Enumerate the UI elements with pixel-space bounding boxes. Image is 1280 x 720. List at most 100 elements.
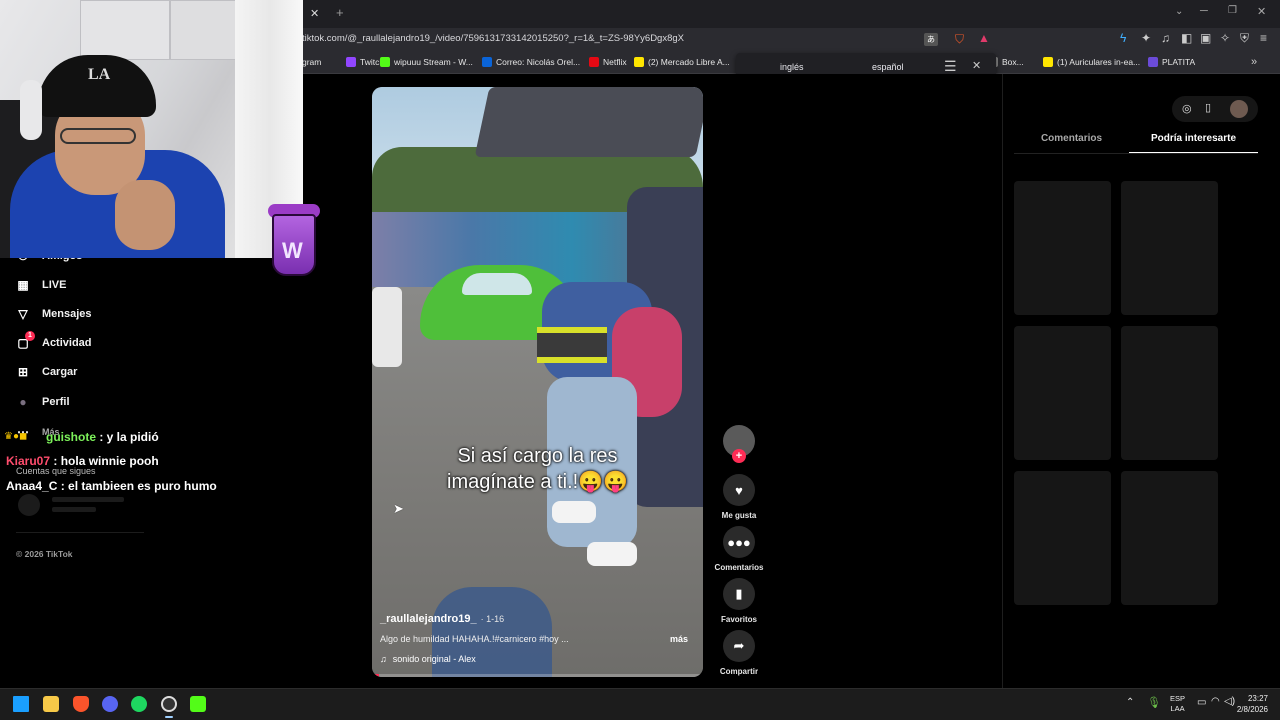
brave-browser-icon[interactable] bbox=[73, 696, 89, 712]
vpn-icon[interactable]: ⛨ bbox=[1240, 31, 1249, 46]
bookmark-item[interactable]: wipuuu Stream - W... bbox=[380, 57, 473, 67]
bookmark-favicon-icon bbox=[482, 57, 492, 67]
wallet-icon[interactable]: ▣ bbox=[1200, 31, 1211, 45]
bookmark-item[interactable]: (2) Mercado Libre A... bbox=[634, 57, 730, 67]
favorites-button[interactable]: ▮ bbox=[723, 578, 755, 610]
chat-text: : hola winnie pooh bbox=[50, 454, 159, 468]
brave-shields-icon[interactable]: ⛉ bbox=[955, 32, 964, 47]
close-tab-icon[interactable]: ✕ bbox=[310, 7, 319, 20]
safety-vest bbox=[537, 327, 607, 363]
chat-message: Kiaru07 : hola winnie pooh bbox=[6, 454, 159, 468]
minimize-icon[interactable]: ─ bbox=[1200, 5, 1208, 17]
user-avatar[interactable] bbox=[1230, 100, 1248, 118]
activity-badge: 1 bbox=[25, 331, 35, 341]
comments-button[interactable]: ●●● bbox=[723, 526, 755, 558]
extensions-puzzle-icon[interactable]: ✦ bbox=[1141, 31, 1151, 45]
tab-list-icon[interactable]: ⌄ bbox=[1175, 6, 1183, 17]
following-name-placeholder-2 bbox=[52, 507, 96, 512]
translate-page-icon[interactable]: あ bbox=[924, 33, 938, 46]
sidebar-item-label: Actividad bbox=[42, 337, 92, 349]
chat-text: : el tambieen es puro humo bbox=[57, 479, 217, 493]
translate-source-language[interactable]: inglés bbox=[780, 62, 804, 72]
chat-text: : y la pidió bbox=[96, 430, 159, 444]
menu-icon[interactable]: ≡ bbox=[1260, 31, 1267, 45]
glasses bbox=[60, 128, 136, 144]
bookmark-item[interactable]: Netflix bbox=[589, 57, 627, 67]
restore-icon[interactable]: ❐ bbox=[1228, 5, 1237, 16]
video-more-link[interactable]: más bbox=[670, 634, 692, 644]
suggested-thumb-3[interactable] bbox=[1014, 326, 1111, 460]
bookmark-item[interactable]: Twitch bbox=[346, 57, 384, 67]
bookmark-item[interactable]: Correo: Nicolás Orel... bbox=[482, 57, 580, 67]
bookmark-favicon-icon bbox=[1043, 57, 1053, 67]
windows-start-icon[interactable] bbox=[13, 696, 29, 712]
language-indicator[interactable]: ESP LAA bbox=[1170, 694, 1185, 714]
suggested-thumb-2[interactable] bbox=[1121, 181, 1218, 315]
sidebar-item-mensajes[interactable]: ▽ Mensajes bbox=[16, 304, 91, 324]
bookmark-item[interactable]: (1) Auriculares in-ea... bbox=[1043, 57, 1140, 67]
sidebar-item-actividad[interactable]: ▢ 1 Actividad bbox=[16, 331, 92, 353]
favorites-label: Favoritos bbox=[720, 615, 757, 624]
bookmark-item[interactable]: PLATITA bbox=[1148, 57, 1195, 67]
bookmark-label: Netflix bbox=[603, 57, 627, 67]
bookmark-label: (2) Mercado Libre A... bbox=[648, 57, 730, 67]
sidebar-item-live[interactable]: ▦ LIVE bbox=[16, 275, 66, 295]
sneaker-right bbox=[587, 542, 637, 566]
music-note-icon: ♫ bbox=[380, 654, 387, 664]
discord-icon[interactable] bbox=[102, 696, 118, 712]
suggested-thumb-6[interactable] bbox=[1121, 471, 1218, 605]
tray-overflow-icon[interactable]: ⌃ bbox=[1126, 697, 1134, 708]
spotify-icon[interactable] bbox=[131, 696, 147, 712]
sneaker-left bbox=[552, 501, 596, 523]
follow-plus-icon[interactable]: + bbox=[732, 449, 746, 463]
bookmark-label: Box... bbox=[1002, 57, 1024, 67]
suggested-thumb-1[interactable] bbox=[1014, 181, 1111, 315]
video-progress-bar[interactable] bbox=[372, 674, 703, 677]
device-icon[interactable]: ▯ bbox=[1205, 101, 1211, 114]
clock[interactable]: 23:27 2/8/2026 bbox=[1232, 693, 1268, 715]
bookmark-label: (1) Auriculares in-ea... bbox=[1057, 57, 1141, 67]
sidebar-toggle-icon[interactable]: ◧ bbox=[1181, 31, 1192, 45]
close-window-icon[interactable]: ✕ bbox=[1257, 5, 1266, 18]
new-tab-icon[interactable]: + bbox=[336, 5, 344, 20]
microphone-icon[interactable]: 🎙 bbox=[1147, 696, 1161, 709]
share-arrow-icon: ➦ bbox=[733, 638, 745, 653]
translate-close-icon[interactable]: ✕ bbox=[972, 59, 981, 72]
suggested-thumb-5[interactable] bbox=[1014, 471, 1111, 605]
video-sound[interactable]: sonido original - Alex bbox=[393, 654, 476, 664]
tab-comments[interactable]: Comentarios bbox=[1014, 133, 1129, 154]
following-name-placeholder bbox=[52, 497, 124, 502]
brave-rewards-icon[interactable]: ▲ bbox=[978, 31, 990, 45]
translate-menu-icon[interactable]: ☰ bbox=[944, 58, 957, 75]
extension-icon-1[interactable]: ϟ bbox=[1120, 31, 1126, 45]
like-button[interactable]: ♥ bbox=[723, 474, 755, 506]
messages-icon: ▽ bbox=[18, 307, 28, 321]
upload-icon: ⊞ bbox=[17, 365, 29, 379]
tab-suggested[interactable]: Podría interesarte bbox=[1129, 133, 1258, 154]
translate-target-language[interactable]: español bbox=[872, 62, 904, 72]
network-icon[interactable]: ▭ bbox=[1197, 697, 1206, 708]
music-icon[interactable]: ♫ bbox=[1161, 31, 1170, 45]
caption-line-2: imagínate a ti.!😛😛 bbox=[447, 471, 628, 493]
sidebar-item-cargar[interactable]: ⊞ Cargar bbox=[16, 362, 78, 382]
clock-date: 2/8/2026 bbox=[1236, 705, 1268, 714]
compass-icon[interactable]: ◎ bbox=[1182, 102, 1192, 115]
sidebar-item-perfil[interactable]: ● Perfil bbox=[16, 392, 69, 412]
mouse-cursor-icon: ➤ bbox=[393, 501, 404, 516]
bookmarks-overflow-icon[interactable]: » bbox=[1251, 56, 1257, 68]
bookmark-item[interactable]: gram bbox=[302, 57, 321, 67]
obs-icon[interactable] bbox=[161, 696, 177, 712]
sidebar-item-label: Cargar bbox=[42, 366, 78, 378]
white-car bbox=[372, 287, 402, 367]
kick-icon[interactable] bbox=[190, 696, 206, 712]
wifi-icon[interactable]: ◠ bbox=[1211, 696, 1220, 707]
share-button[interactable]: ➦ bbox=[723, 630, 755, 662]
leo-ai-icon[interactable]: ✧ bbox=[1220, 31, 1230, 45]
following-avatar-placeholder bbox=[18, 494, 40, 516]
video-author[interactable]: _raullalejandro19_ bbox=[380, 613, 477, 625]
url-text[interactable]: tiktok.com/@_raullalejandro19_/video/759… bbox=[302, 33, 684, 44]
video-player[interactable]: Si así cargo la res imagínate a ti.!😛😛 _… bbox=[372, 87, 703, 677]
suggested-thumb-4[interactable] bbox=[1121, 326, 1218, 460]
file-explorer-icon[interactable] bbox=[43, 696, 59, 712]
streamer-hand bbox=[115, 180, 175, 250]
